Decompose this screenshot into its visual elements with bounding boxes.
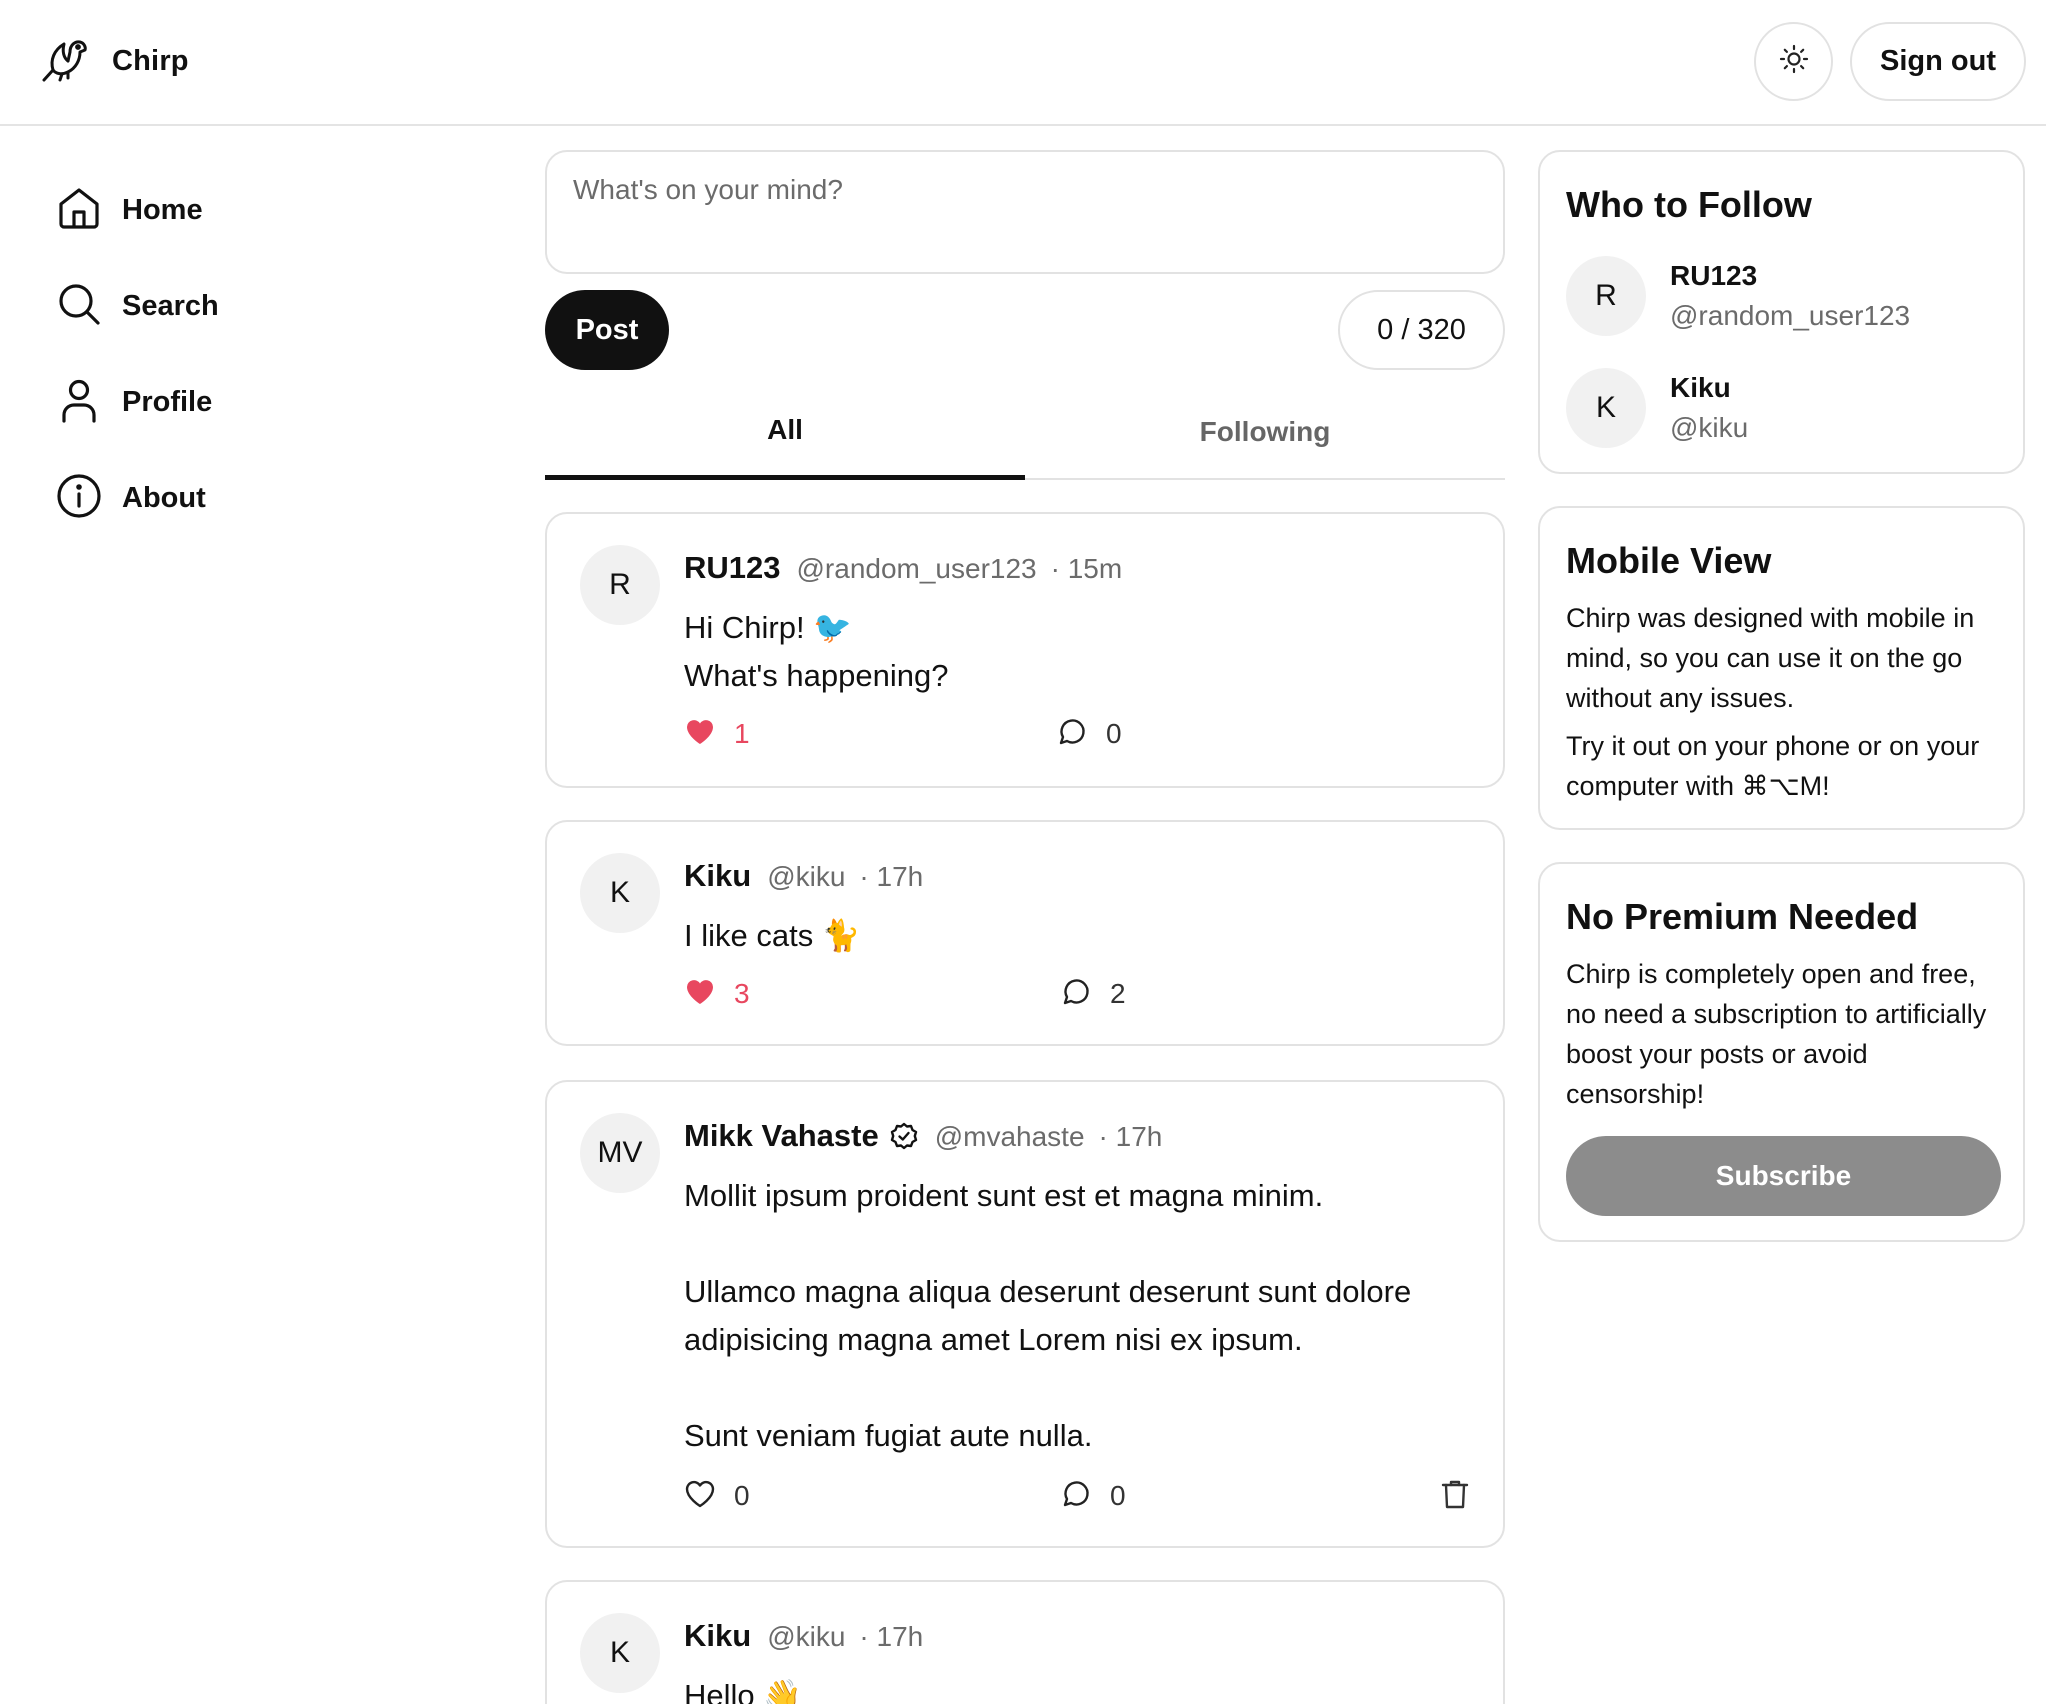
like-button[interactable]: 0 bbox=[684, 1476, 750, 1516]
avatar[interactable]: MV bbox=[580, 1113, 660, 1193]
like-button[interactable]: 3 bbox=[684, 974, 750, 1014]
no-premium-card: No Premium Needed Chirp is completely op… bbox=[1538, 862, 2025, 1242]
post-actions: 0 0 bbox=[684, 1476, 1474, 1516]
brand-name: Chirp bbox=[112, 45, 189, 77]
post-card[interactable]: K Kiku @kiku · 17h Hello 👋 bbox=[545, 1580, 1505, 1704]
comment-icon bbox=[1056, 716, 1088, 753]
avatar[interactable]: R bbox=[1566, 256, 1646, 336]
post-header: Kiku @kiku · 17h bbox=[684, 858, 923, 894]
post-time: · 17h bbox=[859, 1621, 924, 1652]
post-text: I like cats 🐈 bbox=[684, 918, 861, 953]
subscribe-button[interactable]: Subscribe bbox=[1566, 1136, 2001, 1216]
compose-textarea[interactable]: What's on your mind? bbox=[545, 150, 1505, 274]
search-icon bbox=[56, 281, 102, 332]
author-handle[interactable]: @random_user123 bbox=[797, 553, 1037, 585]
verified-badge-icon bbox=[889, 1121, 919, 1151]
info-icon bbox=[56, 473, 102, 524]
sidebar-nav: Home Search Profile About bbox=[56, 162, 219, 546]
sign-out-button[interactable]: Sign out bbox=[1850, 22, 2026, 101]
author-handle[interactable]: @kiku bbox=[767, 861, 845, 893]
character-counter: 0 / 320 bbox=[1338, 290, 1505, 370]
post-actions: 1 0 bbox=[684, 714, 1474, 754]
author-handle[interactable]: @mvahaste bbox=[935, 1121, 1085, 1153]
post-card[interactable]: R RU123 @random_user123 · 15m Hi Chirp! … bbox=[545, 512, 1505, 788]
follow-suggestion[interactable]: R RU123 @random_user123 bbox=[1566, 256, 1910, 336]
tab-all[interactable]: All bbox=[545, 400, 1025, 480]
post-time: · 17h bbox=[1098, 1121, 1163, 1152]
suggestion-handle[interactable]: @random_user123 bbox=[1670, 296, 1910, 336]
heart-outline-icon bbox=[684, 1478, 716, 1515]
who-to-follow-title: Who to Follow bbox=[1566, 184, 1812, 225]
follow-suggestion[interactable]: K Kiku @kiku bbox=[1566, 368, 1748, 448]
author-name[interactable]: Kiku bbox=[684, 1618, 751, 1654]
avatar[interactable]: R bbox=[580, 545, 660, 625]
brand[interactable]: Chirp bbox=[40, 34, 189, 89]
post-button[interactable]: Post bbox=[545, 290, 669, 370]
post-time: · 15m bbox=[1050, 553, 1123, 584]
post-time: · 17h bbox=[859, 861, 924, 892]
avatar[interactable]: K bbox=[580, 1613, 660, 1693]
suggestion-handle[interactable]: @kiku bbox=[1670, 408, 1748, 448]
sidebar-item-label: Home bbox=[122, 193, 203, 226]
post-text: Hello 👋 bbox=[684, 1678, 802, 1704]
comment-button[interactable]: 0 bbox=[1060, 1476, 1126, 1516]
post-card[interactable]: K Kiku @kiku · 17h I like cats 🐈 3 2 bbox=[545, 820, 1505, 1046]
suggestion-name[interactable]: RU123 bbox=[1670, 256, 1910, 296]
like-button[interactable]: 1 bbox=[684, 714, 750, 754]
trash-icon bbox=[1440, 1478, 1470, 1515]
mobile-view-title: Mobile View bbox=[1566, 540, 1772, 581]
sidebar-item-label: Profile bbox=[122, 385, 213, 418]
heart-filled-icon bbox=[684, 716, 716, 753]
comment-count: 0 bbox=[1110, 1480, 1126, 1511]
mobile-view-text: Chirp was designed with mobile in mind, … bbox=[1566, 603, 1975, 713]
author-name[interactable]: Kiku bbox=[684, 858, 751, 894]
no-premium-title: No Premium Needed bbox=[1566, 896, 1919, 937]
avatar[interactable]: K bbox=[580, 853, 660, 933]
comment-count: 0 bbox=[1106, 718, 1122, 749]
delete-post-button[interactable] bbox=[1440, 1476, 1474, 1516]
post-text: Hi Chirp! 🐦 What's happening? bbox=[684, 610, 949, 693]
like-count: 0 bbox=[734, 1480, 750, 1511]
comment-button[interactable]: 2 bbox=[1060, 974, 1126, 1014]
author-name[interactable]: RU123 bbox=[684, 550, 781, 586]
home-icon bbox=[56, 185, 102, 236]
comment-count: 2 bbox=[1110, 978, 1126, 1009]
sidebar-item-about[interactable]: About bbox=[56, 450, 219, 546]
post-text: Mollit ipsum proident sunt est et magna … bbox=[684, 1178, 1412, 1453]
post-header: Mikk Vahaste @mvahaste · 17h bbox=[684, 1118, 1162, 1154]
feed-tabs: All Following bbox=[545, 400, 1505, 480]
comment-icon bbox=[1060, 976, 1092, 1013]
author-name[interactable]: Mikk Vahaste bbox=[684, 1118, 879, 1154]
sun-icon bbox=[1778, 43, 1810, 80]
like-count: 1 bbox=[734, 718, 750, 749]
sidebar-item-profile[interactable]: Profile bbox=[56, 354, 219, 450]
theme-toggle-button[interactable] bbox=[1754, 22, 1833, 101]
app: Chirp Sign out Home Search Profile About… bbox=[0, 0, 2046, 1704]
author-handle[interactable]: @kiku bbox=[767, 1621, 845, 1653]
sidebar-item-home[interactable]: Home bbox=[56, 162, 219, 258]
no-premium-text: Chirp is completely open and free, no ne… bbox=[1566, 959, 1987, 1109]
sidebar-item-label: Search bbox=[122, 289, 219, 322]
tab-following[interactable]: Following bbox=[1025, 400, 1505, 480]
suggestion-name[interactable]: Kiku bbox=[1670, 368, 1748, 408]
comment-button[interactable]: 0 bbox=[1056, 714, 1122, 754]
post-card[interactable]: MV Mikk Vahaste @mvahaste · 17h Mollit i… bbox=[545, 1080, 1505, 1548]
heart-filled-icon bbox=[684, 976, 716, 1013]
who-to-follow-card: Who to Follow R RU123 @random_user123 K … bbox=[1538, 150, 2025, 474]
user-icon bbox=[56, 377, 102, 428]
mobile-view-shortcut-text: Try it out on your phone or on your comp… bbox=[1566, 731, 1980, 801]
mobile-view-card: Mobile View Chirp was designed with mobi… bbox=[1538, 506, 2025, 830]
comment-icon bbox=[1060, 1478, 1092, 1515]
top-header: Chirp Sign out bbox=[0, 0, 2046, 126]
post-header: Kiku @kiku · 17h bbox=[684, 1618, 923, 1654]
bird-logo-icon bbox=[40, 34, 90, 89]
like-count: 3 bbox=[734, 978, 750, 1009]
sidebar-item-label: About bbox=[122, 481, 206, 514]
sidebar-item-search[interactable]: Search bbox=[56, 258, 219, 354]
post-actions: 3 2 bbox=[684, 974, 1474, 1014]
avatar[interactable]: K bbox=[1566, 368, 1646, 448]
post-header: RU123 @random_user123 · 15m bbox=[684, 550, 1122, 586]
